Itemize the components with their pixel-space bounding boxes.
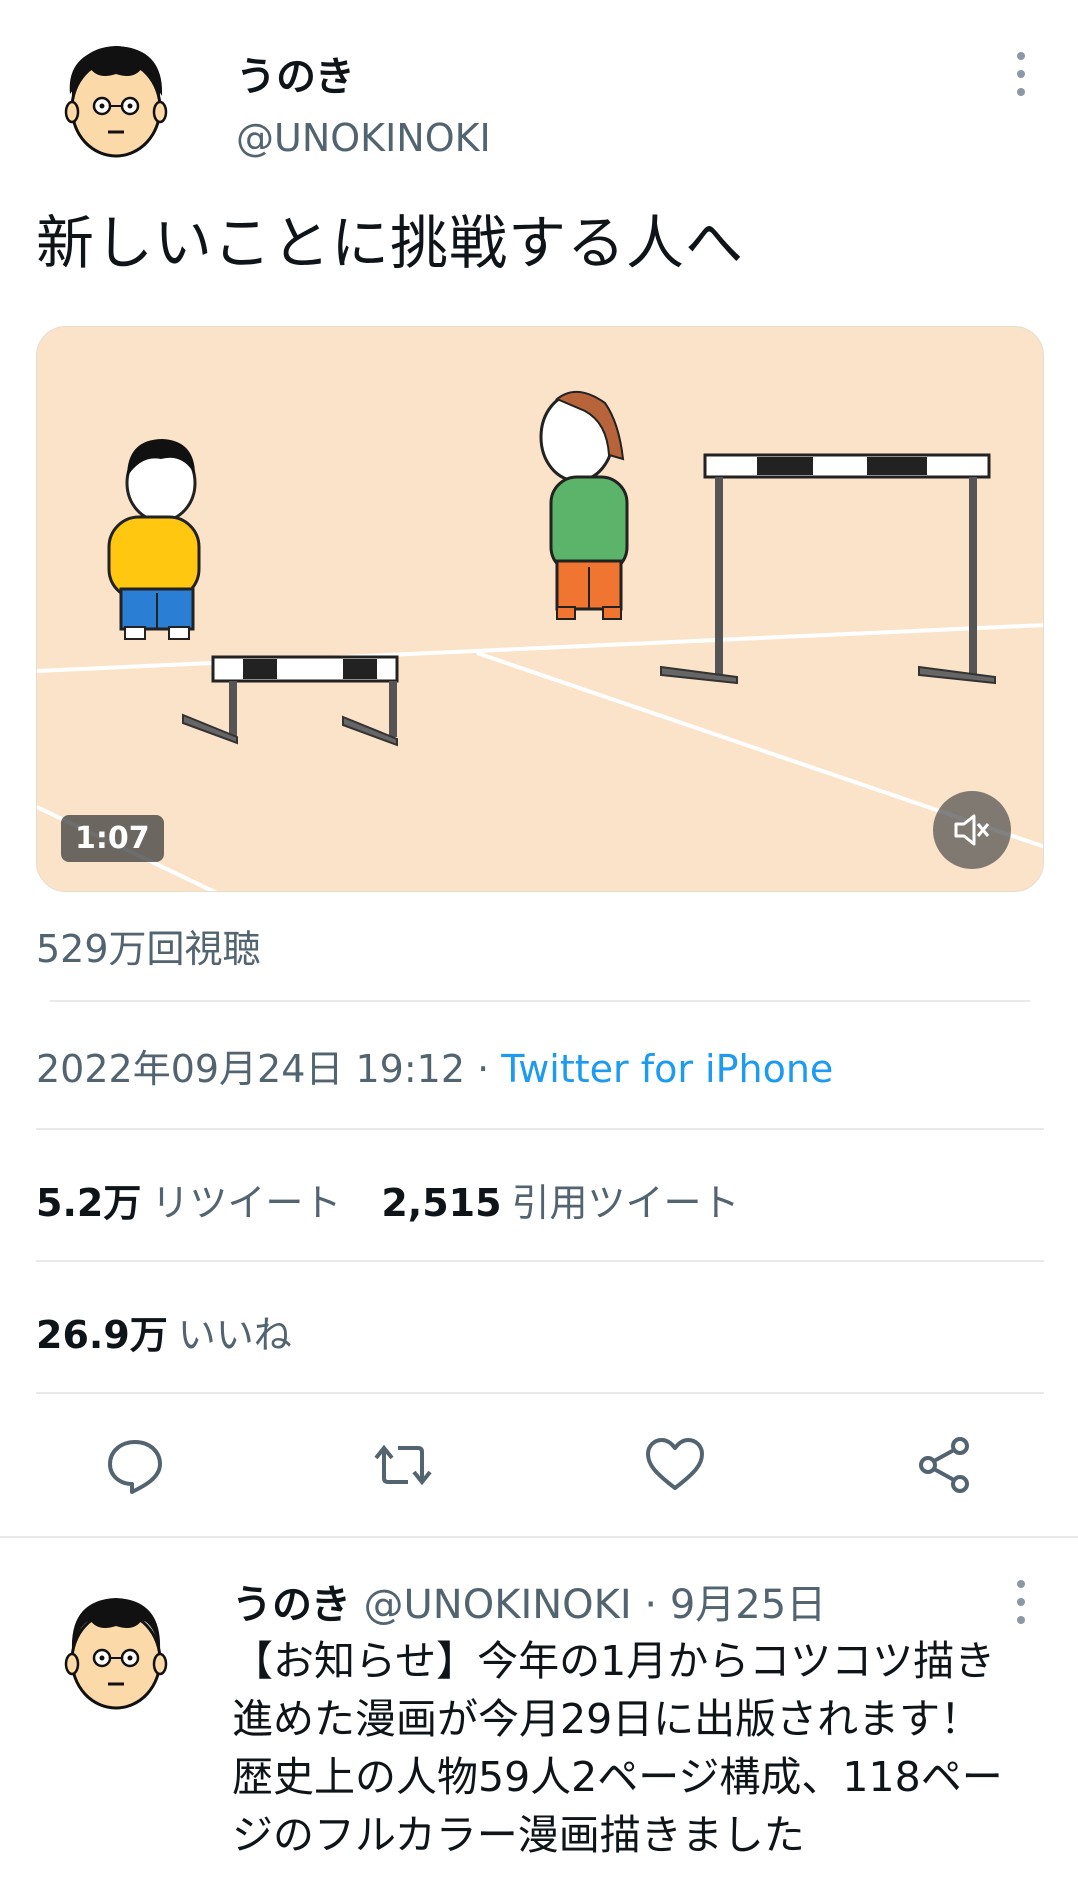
video-duration-badge: 1:07 [61, 815, 164, 862]
author-name[interactable]: うのき [236, 44, 355, 102]
quotes-count: 2,515 [381, 1181, 502, 1225]
reply-text[interactable]: 【お知らせ】今年の1月からコツコツ描き進めた漫画が今月29日に出版されます！歴史… [232, 1632, 1022, 1864]
reply-author-handle[interactable]: @UNOKINOKI [364, 1582, 632, 1628]
retweet-icon[interactable] [372, 1434, 434, 1496]
action-bar [0, 1424, 1078, 1504]
likes-stat[interactable]: 26.9万 いいね [36, 1304, 292, 1359]
likes-count: 26.9万 [36, 1313, 168, 1357]
reply-header: うのき @UNOKINOKI · 9月25日 [232, 1572, 826, 1630]
engagement-stats: 5.2万 リツイート 2,515 引用ツイート [36, 1172, 740, 1227]
like-icon[interactable] [644, 1434, 706, 1496]
divider [36, 1392, 1044, 1394]
retweets-stat[interactable]: 5.2万 リツイート [36, 1181, 341, 1225]
video-player[interactable]: 1:07 [36, 326, 1044, 892]
retweets-label: リツイート [151, 1181, 342, 1225]
section-divider [0, 1536, 1078, 1538]
source-link[interactable]: Twitter for iPhone [501, 1047, 833, 1091]
likes-label: いいね [177, 1313, 292, 1357]
author-avatar[interactable] [52, 34, 180, 162]
reply-author-avatar[interactable] [52, 1586, 180, 1714]
mute-icon[interactable] [933, 791, 1011, 869]
reply-more-options-icon[interactable] [1006, 1580, 1036, 1624]
timestamp[interactable]: 2022年09月24日 19:12 [36, 1047, 465, 1091]
retweets-count: 5.2万 [36, 1181, 142, 1225]
view-count: 529万回視聴 [36, 927, 261, 971]
divider [50, 1000, 1030, 1002]
more-options-icon[interactable] [1006, 52, 1036, 96]
divider [36, 1260, 1044, 1262]
quotes-label: 引用ツイート [511, 1181, 740, 1225]
share-icon[interactable] [914, 1434, 976, 1496]
tweet-meta: 2022年09月24日 19:12 · Twitter for iPhone [36, 1038, 833, 1093]
meta-separator: · [465, 1047, 502, 1091]
divider [36, 1128, 1044, 1130]
reply-author-name[interactable]: うのき [232, 1582, 351, 1628]
reply-date[interactable]: 9月25日 [670, 1582, 826, 1628]
quotes-stat[interactable]: 2,515 引用ツイート [381, 1181, 739, 1225]
tweet-text: 新しいことに挑戦する人へ [36, 209, 745, 277]
video-thumbnail [37, 391, 1043, 891]
reply-icon[interactable] [104, 1434, 166, 1496]
reply-separator: · [631, 1582, 670, 1628]
author-handle[interactable]: @UNOKINOKI [236, 116, 491, 160]
